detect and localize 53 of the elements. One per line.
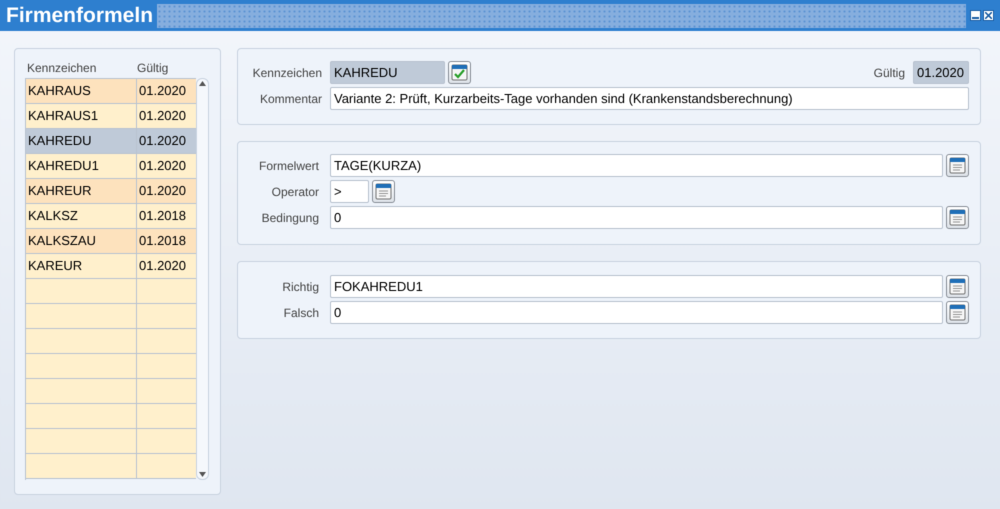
table-cell-text: 01.2018 bbox=[138, 232, 187, 250]
list-button[interactable] bbox=[946, 275, 969, 298]
table-cell: KAHREDU1 bbox=[26, 154, 137, 178]
table-cell-text: 01.2020 bbox=[138, 157, 187, 176]
table-cell-text: 01.2020 bbox=[138, 132, 187, 150]
text-field[interactable]: KAHREDU bbox=[330, 61, 445, 84]
field-label: Bedingung bbox=[262, 210, 319, 224]
list-row[interactable]: KAHREDU1 01.2020 bbox=[26, 154, 196, 179]
list-row[interactable]: KALKSZAU 01.2018 bbox=[26, 229, 196, 254]
field-label: Kennzeichen bbox=[252, 66, 322, 80]
list-row[interactable]: KAHREUR 01.2020 bbox=[26, 179, 196, 204]
table-cell-text: 01.2018 bbox=[138, 207, 187, 226]
field-label: Richtig bbox=[282, 280, 319, 294]
text-field[interactable]: 0 bbox=[330, 206, 943, 229]
table-cell-text: 01.2020 bbox=[138, 107, 187, 126]
check-button[interactable] bbox=[448, 61, 471, 84]
text-field[interactable]: 01.2020 bbox=[913, 61, 969, 84]
table-cell-text: 01.2020 bbox=[138, 182, 187, 200]
window-title: Firmenformeln bbox=[6, 2, 154, 29]
text-field[interactable]: Variante 2: Prüft, Kurzarbeits-Tage vorhanden sind (Krankenstandsberechnung) bbox=[330, 87, 969, 110]
close-button[interactable] bbox=[983, 10, 994, 21]
scroll-down-icon[interactable] bbox=[199, 472, 206, 477]
list-button[interactable] bbox=[372, 180, 395, 203]
table-cell: KALKSZAU bbox=[26, 229, 137, 253]
table-cell: KALKSZ bbox=[26, 204, 137, 228]
table-cell: KAREUR bbox=[26, 254, 137, 278]
text-field[interactable]: TAGE(KURZA) bbox=[330, 154, 943, 177]
list-row[interactable]: KAHREDU 01.2020 bbox=[26, 129, 196, 154]
list-row[interactable]: KAREUR 01.2020 bbox=[26, 254, 196, 279]
minimize-button[interactable] bbox=[970, 10, 981, 21]
text-field[interactable]: > bbox=[330, 180, 369, 203]
table-cell: KAHRAUS1 bbox=[26, 104, 137, 128]
list-button[interactable] bbox=[946, 154, 969, 177]
text-field[interactable]: 0 bbox=[330, 301, 943, 324]
table-cell-text: 01.2020 bbox=[138, 82, 187, 100]
column-header: Gültig bbox=[137, 61, 168, 75]
list-button[interactable] bbox=[946, 206, 969, 229]
list-row[interactable]: KAHRAUS 01.2020 bbox=[26, 79, 196, 104]
list-button[interactable] bbox=[946, 301, 969, 324]
text-field[interactable]: FOKAHREDU1 bbox=[330, 275, 943, 298]
field-label: Formelwert bbox=[258, 158, 319, 172]
field-label: Gültig bbox=[874, 64, 905, 82]
table-cell: KAHRAUS bbox=[26, 79, 137, 103]
table-cell-text: 01.2020 bbox=[138, 257, 187, 276]
list-row[interactable]: KALKSZ 01.2018 bbox=[26, 204, 196, 229]
field-label: Operator bbox=[272, 184, 319, 198]
field-label: Falsch bbox=[284, 306, 319, 320]
field-label: Kommentar bbox=[260, 92, 322, 106]
scroll-up-icon[interactable] bbox=[199, 81, 206, 86]
list-row[interactable]: KAHRAUS1 01.2020 bbox=[26, 104, 196, 129]
table-cell: KAHREUR bbox=[26, 179, 137, 203]
table-cell: KAHREDU bbox=[26, 129, 137, 153]
column-header: Kennzeichen bbox=[27, 61, 96, 75]
